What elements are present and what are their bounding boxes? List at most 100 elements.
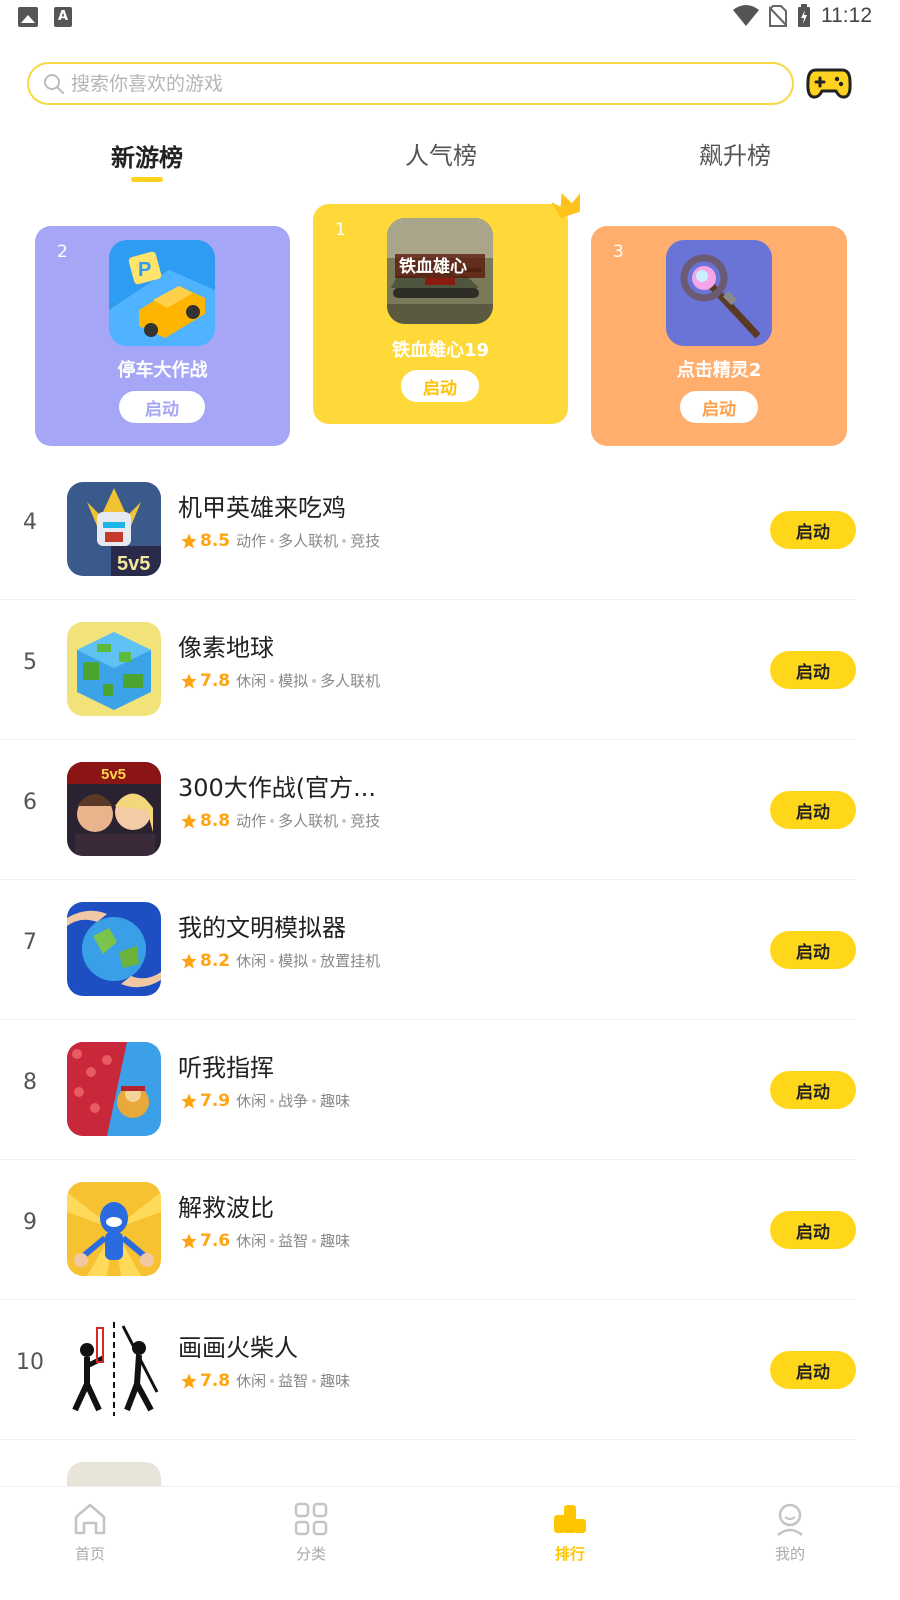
game-tag: 休闲: [236, 1372, 267, 1390]
tab-rising[interactable]: 飙升榜: [655, 136, 815, 186]
game-tag: 竞技: [350, 532, 381, 550]
nav-ranking[interactable]: 排行: [510, 1501, 630, 1564]
game-tag: 益智: [278, 1372, 309, 1390]
game-tag: 趣味: [320, 1232, 351, 1250]
game-tag: 动作: [236, 812, 267, 830]
game-tag: 休闲: [236, 1092, 267, 1110]
game-meta: 7.8 休闲 模拟 多人联机: [180, 670, 380, 691]
svg-text:5v5: 5v5: [101, 766, 126, 783]
podium-card-2[interactable]: 2 P 停车大作战 启动: [35, 226, 290, 446]
command-me-game-icon: [67, 1042, 161, 1136]
game-score: 7.8: [200, 1370, 231, 1391]
game-title: 像素地球: [178, 634, 274, 662]
game-tag: 益智: [278, 1232, 309, 1250]
game-tag: 趣味: [320, 1092, 351, 1110]
search-bar[interactable]: [27, 62, 794, 105]
star-icon: [181, 1233, 197, 1248]
star-icon: [181, 673, 197, 688]
launch-button[interactable]: 启动: [401, 370, 479, 402]
game-tag: 休闲: [236, 952, 267, 970]
game-tag: 放置挂机: [320, 952, 381, 970]
no-sim-icon: [769, 5, 787, 27]
podium-card-3[interactable]: 3 点击精灵2 启动: [591, 226, 847, 446]
game-title: 机甲英雄来吃鸡: [178, 494, 346, 522]
search-input[interactable]: [71, 72, 751, 95]
launch-button[interactable]: 启动: [770, 511, 856, 549]
star-icon: [181, 813, 197, 828]
game-meta: 8.8 动作 多人联机 竞技: [180, 810, 380, 831]
rank-number: 8: [23, 1070, 37, 1095]
launch-button[interactable]: 启动: [119, 391, 205, 423]
rank-number: 7: [23, 930, 37, 955]
podium-rank: 1: [335, 220, 346, 240]
rescue-poppy-game-icon: [67, 1182, 161, 1276]
gamepad-button[interactable]: [806, 64, 852, 102]
star-icon: [181, 1373, 197, 1388]
rank-number: 5: [23, 650, 37, 675]
mecha-hero-game-icon: 5v5: [67, 482, 161, 576]
nav-label: 首页: [74, 1545, 105, 1563]
list-item[interactable]: 7 我的文明模拟器 8.2 休闲 模拟 放置挂机 启动: [0, 880, 856, 1020]
podium-game-name: 点击精灵2: [676, 360, 762, 381]
launch-button[interactable]: 启动: [680, 391, 758, 423]
civilization-sim-game-icon: [67, 902, 161, 996]
game-score: 8.5: [200, 530, 231, 551]
launch-button[interactable]: 启动: [770, 1071, 856, 1109]
game-tag: 多人联机: [278, 812, 339, 830]
game-score: 7.6: [200, 1230, 231, 1251]
stickman-draw-game-icon: [67, 1322, 161, 1416]
game-tag: 模拟: [278, 952, 309, 970]
clock-time: 11:12: [821, 4, 872, 27]
crown-icon: [551, 193, 581, 218]
wifi-icon: [733, 5, 759, 26]
launch-button[interactable]: 启动: [770, 1351, 856, 1389]
list-item[interactable]: 5 像素地球 7.8 休闲 模拟 多人联机 启动: [0, 600, 856, 740]
nav-label: 我的: [774, 1545, 805, 1563]
svg-text:P: P: [138, 259, 151, 281]
list-item[interactable]: 10 画画火柴人 7.8 休闲 益智 趣味 启动: [0, 1300, 856, 1440]
game-score: 8.8: [200, 810, 231, 831]
list-item[interactable]: 9 解救波比 7.6 休闲 益智 趣味 启动: [0, 1160, 856, 1300]
launch-button[interactable]: 启动: [770, 931, 856, 969]
nav-home[interactable]: 首页: [30, 1501, 150, 1564]
pixel-earth-game-icon: [67, 622, 161, 716]
star-icon: [181, 1093, 197, 1108]
nav-profile[interactable]: 我的: [730, 1501, 850, 1564]
click-sprite-game-icon: [666, 240, 772, 346]
podium-rank: 2: [57, 242, 68, 262]
svg-text:5v5: 5v5: [117, 553, 150, 575]
game-meta: 7.9 休闲 战争 趣味: [180, 1090, 350, 1111]
podium-card-1[interactable]: 1 铁血雄心 铁血雄心19 启动: [313, 204, 568, 424]
game-tag: 休闲: [236, 672, 267, 690]
launch-button[interactable]: 启动: [770, 651, 856, 689]
game-tag: 模拟: [278, 672, 309, 690]
game-title: 我的文明模拟器: [178, 914, 346, 942]
launch-button[interactable]: 启动: [770, 1211, 856, 1249]
rank-number: 4: [23, 510, 37, 535]
launch-button[interactable]: 启动: [770, 791, 856, 829]
list-item[interactable]: 8 听我指挥 7.9 休闲 战争 趣味 启动: [0, 1020, 856, 1160]
search-icon: [44, 73, 64, 94]
game-score: 7.9: [200, 1090, 231, 1111]
gamepad-icon: [806, 68, 852, 99]
game-meta: 8.2 休闲 模拟 放置挂机: [180, 950, 380, 971]
game-title: 300大作战(官方...: [178, 774, 377, 802]
game-score: 7.8: [200, 670, 231, 691]
battery-icon: [798, 4, 810, 27]
game-score: 8.2: [200, 950, 231, 971]
nav-category[interactable]: 分类: [251, 1501, 371, 1564]
profile-icon: [777, 1503, 803, 1536]
star-icon: [181, 533, 197, 548]
tab-popular[interactable]: 人气榜: [361, 136, 521, 186]
list-item[interactable]: 4 5v5 机甲英雄来吃鸡 8.5 动作 多人联机 竞技 启动: [0, 460, 856, 600]
game-tag: 竞技: [350, 812, 381, 830]
game-meta: 7.6 休闲 益智 趣味: [180, 1230, 350, 1251]
game-tag: 多人联机: [278, 532, 339, 550]
game-tag: 休闲: [236, 1232, 267, 1250]
game-title: 解救波比: [178, 1194, 274, 1222]
game-meta: 8.5 动作 多人联机 竞技: [180, 530, 380, 551]
list-item[interactable]: 6 5v5 300大作战(官方... 8.8 动作 多人联机 竞技 启动: [0, 740, 856, 880]
nav-label: 分类: [295, 1545, 326, 1563]
podium-rank: 3: [613, 242, 624, 262]
star-icon: [181, 953, 197, 968]
